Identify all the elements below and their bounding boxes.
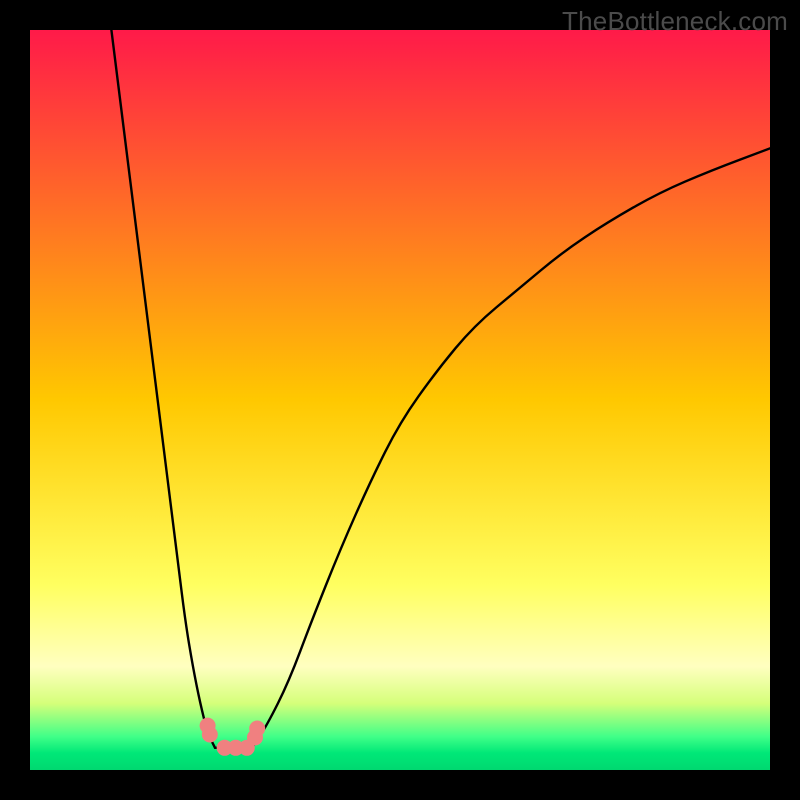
chart-plot [30,30,770,770]
watermark-text: TheBottleneck.com [562,6,788,37]
highlight-dot [202,726,218,742]
chart-frame: TheBottleneck.com [0,0,800,800]
highlight-dot [249,721,265,737]
plot-background [30,30,770,770]
